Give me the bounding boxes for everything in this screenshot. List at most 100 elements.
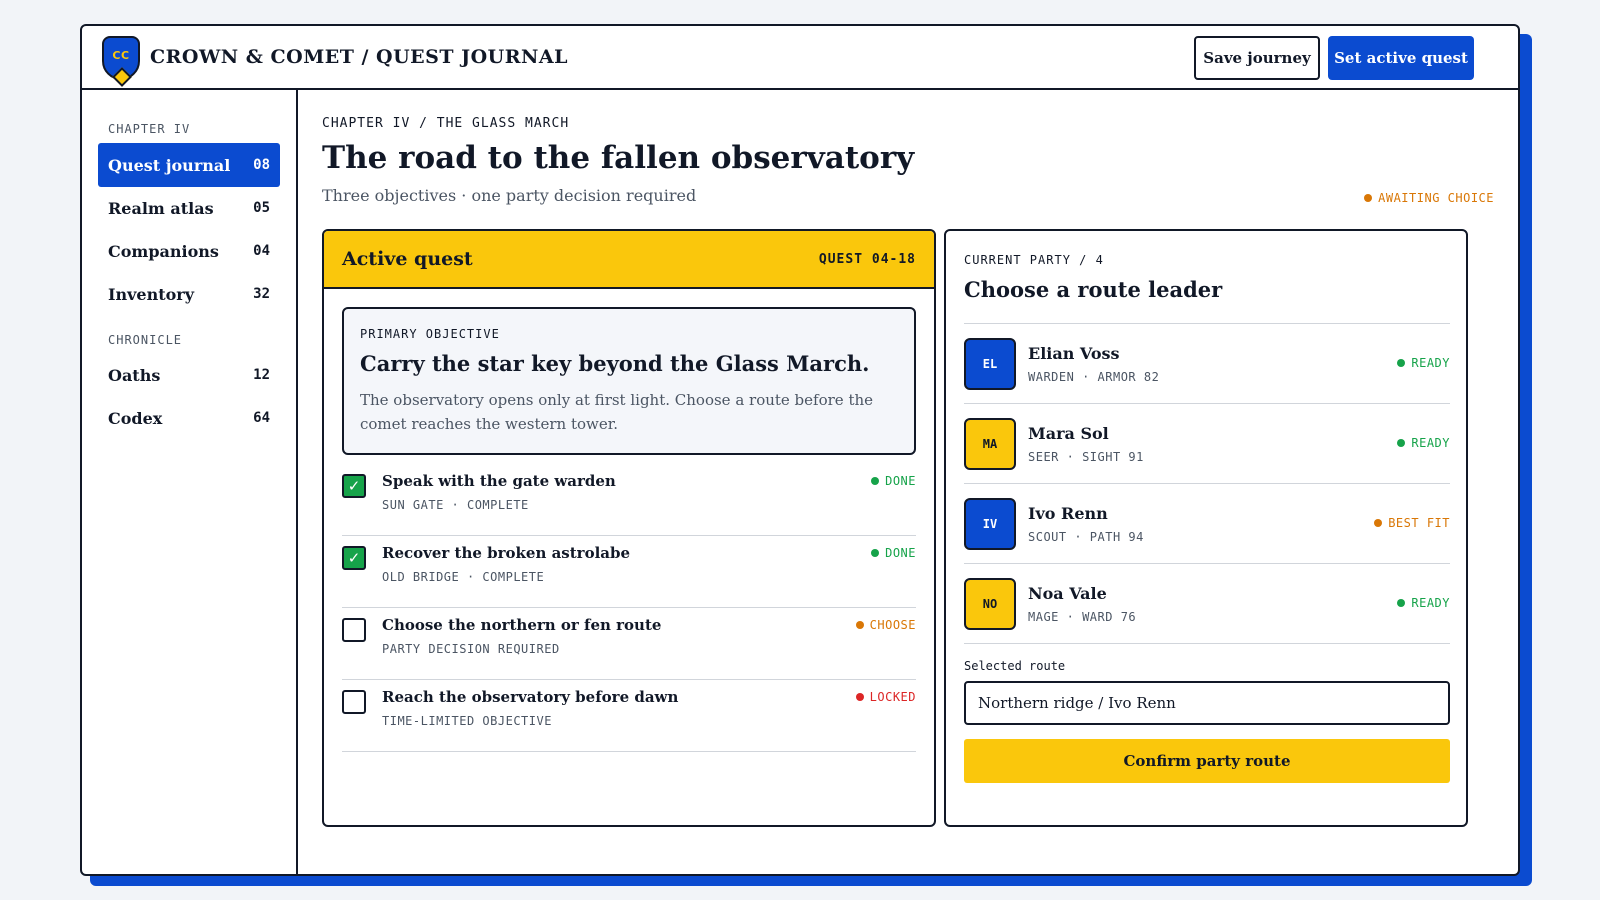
member-status: BEST FIT [1374, 516, 1450, 530]
member-meta: WARDEN · ARMOR 82 [1028, 370, 1160, 384]
sidebar-section-chapter: CHAPTER IV [108, 122, 191, 136]
member-name: Mara Sol [1028, 424, 1109, 443]
party-label: CURRENT PARTY / 4 [964, 253, 1104, 267]
status-dot-icon [1364, 194, 1373, 202]
avatar: IV [964, 498, 1016, 550]
member-status: READY [1397, 596, 1450, 610]
member-status-text: READY [1411, 356, 1450, 370]
sidebar-item-label: Realm atlas [108, 198, 214, 218]
member-name: Ivo Renn [1028, 504, 1108, 523]
sidebar-item-count: 64 [253, 410, 270, 426]
task-row: Choose the northern or fen route PARTY D… [342, 608, 916, 680]
task-status-text: DONE [885, 546, 916, 560]
save-journey-button[interactable]: Save journey [1194, 36, 1320, 80]
task-checkbox[interactable]: ✓ [342, 474, 366, 498]
sidebar-item-quest-journal[interactable]: Quest journal 08 [98, 143, 280, 187]
primary-objective: PRIMARY OBJECTIVE Carry the star key bey… [342, 307, 916, 455]
task-status: CHOOSE [855, 618, 916, 632]
task-list: ✓ Speak with the gate warden SUN GATE · … [342, 464, 916, 752]
avatar: MA [964, 418, 1016, 470]
sidebar-item-count: 12 [253, 367, 270, 383]
app-window: CC CROWN & COMET / QUEST JOURNAL Save jo… [80, 24, 1520, 876]
status-dot-icon [1374, 519, 1383, 527]
sidebar-item-count: 05 [253, 200, 270, 216]
avatar: NO [964, 578, 1016, 630]
member-status-text: BEST FIT [1388, 516, 1450, 530]
route-field-label: Selected route [964, 659, 1066, 673]
sidebar-item-companions[interactable]: Companions 04 [98, 229, 280, 273]
objective-title: Carry the star key beyond the Glass Marc… [360, 351, 870, 376]
party-member-row[interactable]: NO Noa Vale MAGE · WARD 76 READY [964, 564, 1450, 644]
status-badge: AWAITING CHOICE [1364, 191, 1494, 205]
sidebar-item-oaths[interactable]: Oaths 12 [98, 353, 280, 397]
member-status: READY [1397, 356, 1450, 370]
task-status: DONE [871, 546, 916, 560]
sidebar: CHAPTER IV Quest journal 08 Realm atlas … [82, 90, 298, 874]
sidebar-item-count: 32 [253, 286, 270, 302]
member-status: READY [1397, 436, 1450, 450]
sidebar-item-label: Inventory [108, 284, 195, 304]
sidebar-item-label: Quest journal [108, 155, 231, 175]
task-title: Reach the observatory before dawn [382, 688, 679, 706]
status-dot-icon [1397, 439, 1406, 447]
sidebar-item-count: 08 [253, 157, 270, 173]
sidebar-item-inventory[interactable]: Inventory 32 [98, 272, 280, 316]
status-dot-icon [1397, 359, 1406, 367]
task-status: LOCKED [855, 690, 916, 704]
party-member-row[interactable]: IV Ivo Renn SCOUT · PATH 94 BEST FIT [964, 484, 1450, 564]
status-dot-icon [871, 477, 880, 485]
task-status-text: LOCKED [869, 690, 916, 704]
task-title: Speak with the gate warden [382, 472, 616, 490]
task-checkbox[interactable]: ✓ [342, 546, 366, 570]
sidebar-item-label: Companions [108, 241, 219, 261]
objective-label: PRIMARY OBJECTIVE [360, 327, 500, 341]
sidebar-section-chronicle: CHRONICLE [108, 333, 183, 347]
page-subtitle: Three objectives · one party decision re… [322, 186, 697, 205]
task-row: Reach the observatory before dawn TIME-L… [342, 680, 916, 752]
sidebar-item-label: Codex [108, 408, 163, 428]
avatar: EL [964, 338, 1016, 390]
member-meta: SCOUT · PATH 94 [1028, 530, 1144, 544]
status-dot-icon [871, 549, 880, 557]
party-card: CURRENT PARTY / 4 Choose a route leader … [944, 229, 1468, 827]
task-meta: PARTY DECISION REQUIRED [382, 642, 560, 656]
task-title: Choose the northern or fen route [382, 616, 662, 634]
active-quest-card: Active quest QUEST 04-18 PRIMARY OBJECTI… [322, 229, 936, 827]
status-dot-icon [1397, 599, 1406, 607]
party-title: Choose a route leader [964, 277, 1223, 302]
top-bar: CC CROWN & COMET / QUEST JOURNAL Save jo… [82, 26, 1518, 90]
member-name: Elian Voss [1028, 344, 1120, 363]
task-meta: SUN GATE · COMPLETE [382, 498, 529, 512]
task-status: DONE [871, 474, 916, 488]
set-active-quest-button[interactable]: Set active quest [1328, 36, 1474, 80]
task-title: Recover the broken astrolabe [382, 544, 631, 562]
member-meta: MAGE · WARD 76 [1028, 610, 1137, 624]
status-dot-icon [855, 693, 864, 701]
page-title: The road to the fallen observatory [322, 140, 915, 176]
sidebar-item-count: 04 [253, 243, 270, 259]
party-member-row[interactable]: MA Mara Sol SEER · SIGHT 91 READY [964, 404, 1450, 484]
quest-title: Active quest [342, 248, 473, 270]
member-status-text: READY [1411, 436, 1450, 450]
task-checkbox[interactable] [342, 618, 366, 642]
party-member-row[interactable]: EL Elian Voss WARDEN · ARMOR 82 READY [964, 324, 1450, 404]
task-checkbox[interactable] [342, 690, 366, 714]
sidebar-item-label: Oaths [108, 365, 161, 385]
status-text: AWAITING CHOICE [1378, 191, 1494, 205]
member-status-text: READY [1411, 596, 1450, 610]
task-status-text: CHOOSE [869, 618, 916, 632]
task-status-text: DONE [885, 474, 916, 488]
quest-header: Active quest QUEST 04-18 [324, 231, 934, 289]
task-meta: OLD BRIDGE · COMPLETE [382, 570, 545, 584]
selected-route-input[interactable] [964, 681, 1450, 725]
status-dot-icon [855, 621, 864, 629]
confirm-party-route-button[interactable]: Confirm party route [964, 739, 1450, 783]
breadcrumb: CHAPTER IV / THE GLASS MARCH [322, 116, 570, 131]
sidebar-item-codex[interactable]: Codex 64 [98, 396, 280, 440]
task-row: ✓ Speak with the gate warden SUN GATE · … [342, 464, 916, 536]
crest-icon: CC [102, 36, 140, 87]
sidebar-item-realm-atlas[interactable]: Realm atlas 05 [98, 186, 280, 230]
task-meta: TIME-LIMITED OBJECTIVE [382, 714, 552, 728]
task-row: ✓ Recover the broken astrolabe OLD BRIDG… [342, 536, 916, 608]
member-meta: SEER · SIGHT 91 [1028, 450, 1144, 464]
